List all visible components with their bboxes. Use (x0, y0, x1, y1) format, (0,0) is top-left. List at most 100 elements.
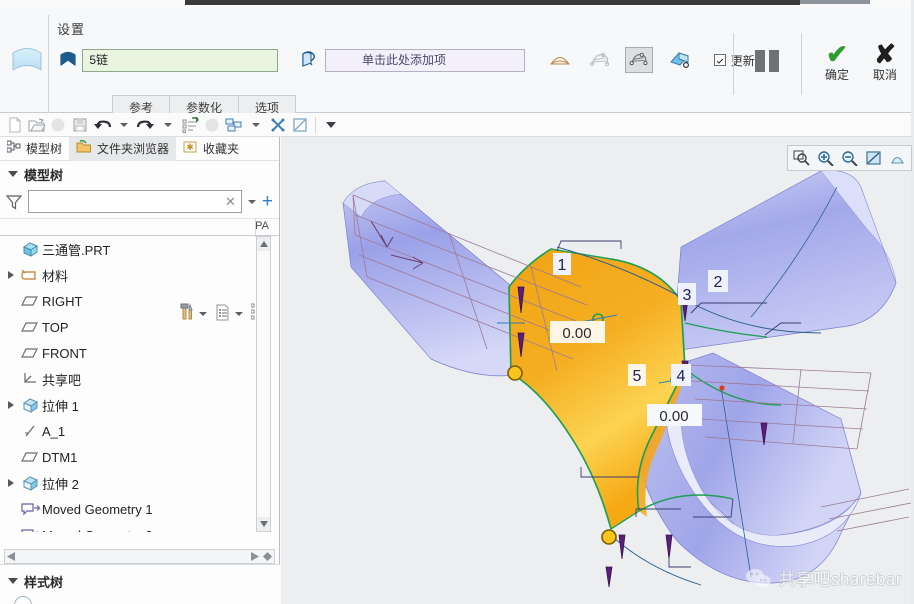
table-row[interactable]: RIGHT (0, 288, 249, 314)
undo-icon[interactable] (92, 115, 112, 135)
style-tree-collapse-icon[interactable] (8, 578, 18, 584)
scroll-right-arrow (251, 552, 259, 561)
undo-dropdown-caret[interactable] (114, 115, 134, 135)
row-expander[interactable] (4, 271, 18, 279)
sidebar-item-favorites[interactable]: ✱ 收藏夹 (176, 137, 246, 161)
save-icon[interactable] (70, 115, 90, 135)
table-row[interactable]: Moved Geometry 2 (0, 522, 249, 532)
tree-item-label: FRONT (42, 345, 87, 361)
update-checkbox-label: 更新 (730, 53, 755, 68)
table-row[interactable]: 三通管.PRT (0, 236, 249, 262)
table-row[interactable]: Moved Geometry 1 (0, 496, 249, 522)
cad-model-svg: 1 2 3 4 5 0.00 0.00 (281, 137, 914, 604)
boundary-surface-icon[interactable] (548, 49, 572, 72)
scroll-down-arrow[interactable] (257, 517, 270, 531)
zoom-out-icon[interactable] (839, 148, 860, 168)
mesh-preview-icon[interactable] (588, 49, 612, 72)
table-row[interactable]: DTM1 (0, 444, 249, 470)
tree-item-label: 拉伸 1 (42, 398, 79, 414)
filter-dropdown-caret[interactable] (247, 199, 256, 204)
table-row[interactable]: 共享吧 (0, 366, 249, 392)
new-icon[interactable] (4, 115, 24, 135)
title-bar-gray (800, 0, 870, 4)
title-bar-dark (185, 0, 800, 5)
zoom-box-icon[interactable] (791, 148, 812, 168)
add-filter-button[interactable]: + (262, 192, 273, 211)
datum-plane-icon (18, 295, 42, 307)
row-expander[interactable] (4, 479, 18, 487)
table-row[interactable]: A_1 (0, 418, 249, 444)
table-row[interactable]: TOP (0, 314, 249, 340)
sidebar-item-model-tree[interactable]: 模型树 (0, 137, 69, 161)
graphics-viewport[interactable]: 1 2 3 4 5 0.00 0.00 共享吧sharebar (281, 137, 914, 604)
add-item-collector-input[interactable]: 单击此处添加项 (325, 48, 526, 72)
tree-item-label: A_1 (42, 423, 66, 439)
part-icon (18, 241, 42, 257)
model-tree-section-header[interactable]: 模型树 (0, 161, 279, 187)
pause-button[interactable] (753, 47, 787, 75)
close-window-icon[interactable] (268, 115, 288, 135)
overflow-caret[interactable] (321, 115, 341, 135)
chain-collector-input[interactable]: 5链 (82, 48, 279, 72)
style-tree-header[interactable]: 样式树 (0, 568, 280, 594)
style-tree-item-stub (14, 596, 32, 604)
watermark-text: 共享吧sharebar (778, 570, 902, 589)
window-icon[interactable] (224, 115, 244, 135)
tree-horizontal-scrollbar[interactable] (4, 549, 275, 564)
watermark: 共享吧sharebar (745, 565, 902, 590)
moved-geometry-icon (18, 528, 42, 532)
close-icon: ✘ (874, 39, 896, 69)
window-dropdown-caret[interactable] (246, 115, 266, 135)
zoom-in-icon[interactable] (815, 148, 836, 168)
model-tree-tab-label: 模型树 (26, 142, 63, 156)
refit-icon[interactable] (863, 148, 884, 168)
shaded-preview-icon[interactable] (668, 49, 694, 72)
table-row[interactable]: FRONT (0, 340, 249, 366)
scroll-end-marker (263, 552, 272, 561)
update-checkbox-box[interactable] (713, 54, 726, 66)
favorites-tab-label: 收藏夹 (203, 142, 240, 156)
collapse-triangle-icon[interactable] (8, 171, 18, 177)
display-style-icon[interactable] (887, 148, 908, 168)
update-checkbox[interactable]: 更新 (713, 52, 755, 69)
tree-item-label: 拉伸 2 (42, 476, 79, 492)
tree-vertical-scrollbar[interactable] (256, 236, 271, 532)
axis-icon (18, 424, 42, 438)
toolbar-separator (315, 116, 316, 133)
circle-disabled-icon (202, 115, 222, 135)
row-expander[interactable] (4, 401, 18, 409)
coordinate-system-icon (18, 372, 42, 386)
scroll-up-arrow[interactable] (257, 237, 270, 251)
mesh-display-icon[interactable] (625, 47, 654, 73)
ok-button[interactable]: ✔ 确定 (814, 39, 860, 83)
material-icon (18, 268, 42, 282)
dimension-value-1: 0.00 (562, 325, 591, 342)
open-folder-icon[interactable] (26, 115, 46, 135)
redo-dropdown-caret[interactable] (158, 115, 178, 135)
model-3d-view[interactable]: 1 2 3 4 5 0.00 0.00 (281, 137, 914, 604)
datum-plane-icon (18, 451, 42, 463)
clear-search-icon[interactable]: ✕ (225, 194, 236, 210)
chain-label-4: 4 (677, 368, 686, 385)
table-row[interactable]: 材料 (0, 262, 249, 288)
tree-items: 三通管.PRT 材料 RIGHT TOP FRONT 共享吧 拉伸 1 A_1 … (0, 236, 249, 532)
redo-icon[interactable] (136, 115, 156, 135)
tree-item-label: RIGHT (42, 293, 83, 309)
style-tree-title: 样式树 (24, 574, 64, 590)
sidebar-item-folder-browser[interactable]: 文件夹浏览器 (69, 136, 177, 161)
table-row[interactable]: 拉伸 1 (0, 392, 249, 418)
dimension-value-2: 0.00 (659, 408, 688, 425)
save-copy-disabled-icon (48, 115, 68, 135)
moved-geometry-icon (18, 502, 42, 516)
search-input[interactable]: ✕ (28, 190, 242, 213)
view-icon[interactable] (290, 115, 310, 135)
table-row[interactable]: 拉伸 2 (0, 470, 249, 496)
dashboard-row-collectors: 5链 单击此处添加项 更新 (57, 47, 755, 73)
cancel-button[interactable]: ✘ 取消 (862, 39, 908, 83)
regenerate-icon[interactable] (180, 115, 200, 135)
tree-item-label: TOP (42, 319, 69, 335)
wechat-icon (746, 568, 771, 587)
chain-label-5: 5 (633, 368, 642, 385)
model-tree-list: 三通管.PRT 材料 RIGHT TOP FRONT 共享吧 拉伸 1 A_1 … (0, 236, 279, 532)
scroll-track[interactable] (257, 251, 270, 517)
